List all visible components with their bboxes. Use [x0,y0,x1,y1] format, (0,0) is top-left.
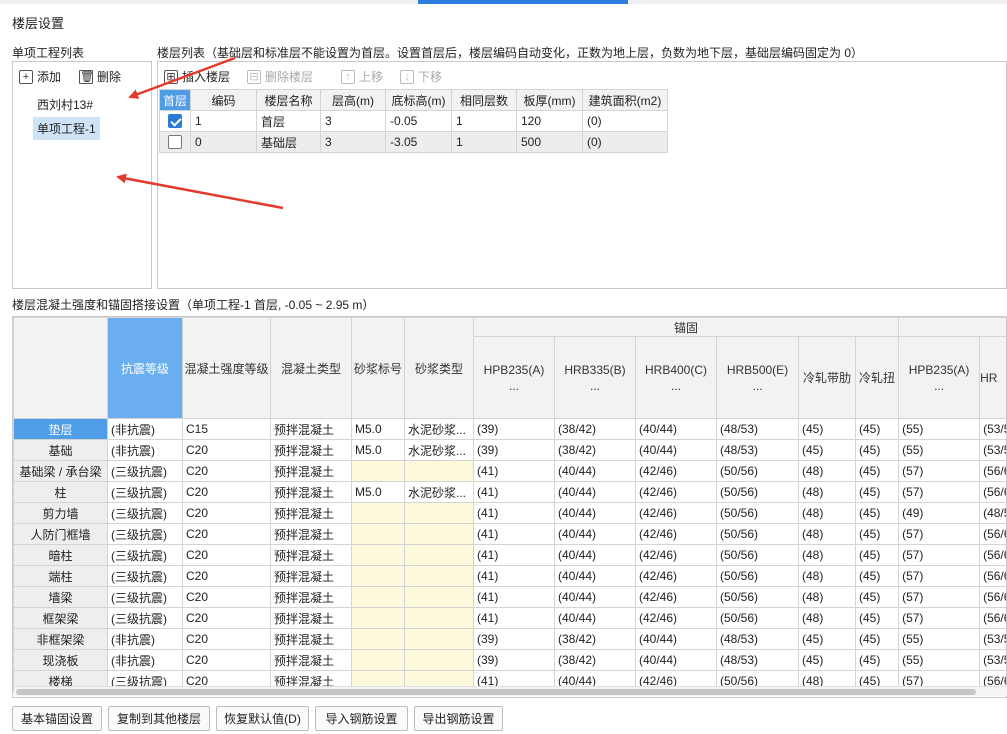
annotation-arrow [116,173,284,210]
annotation-arrow [128,56,236,99]
annotation-arrows [116,56,284,210]
